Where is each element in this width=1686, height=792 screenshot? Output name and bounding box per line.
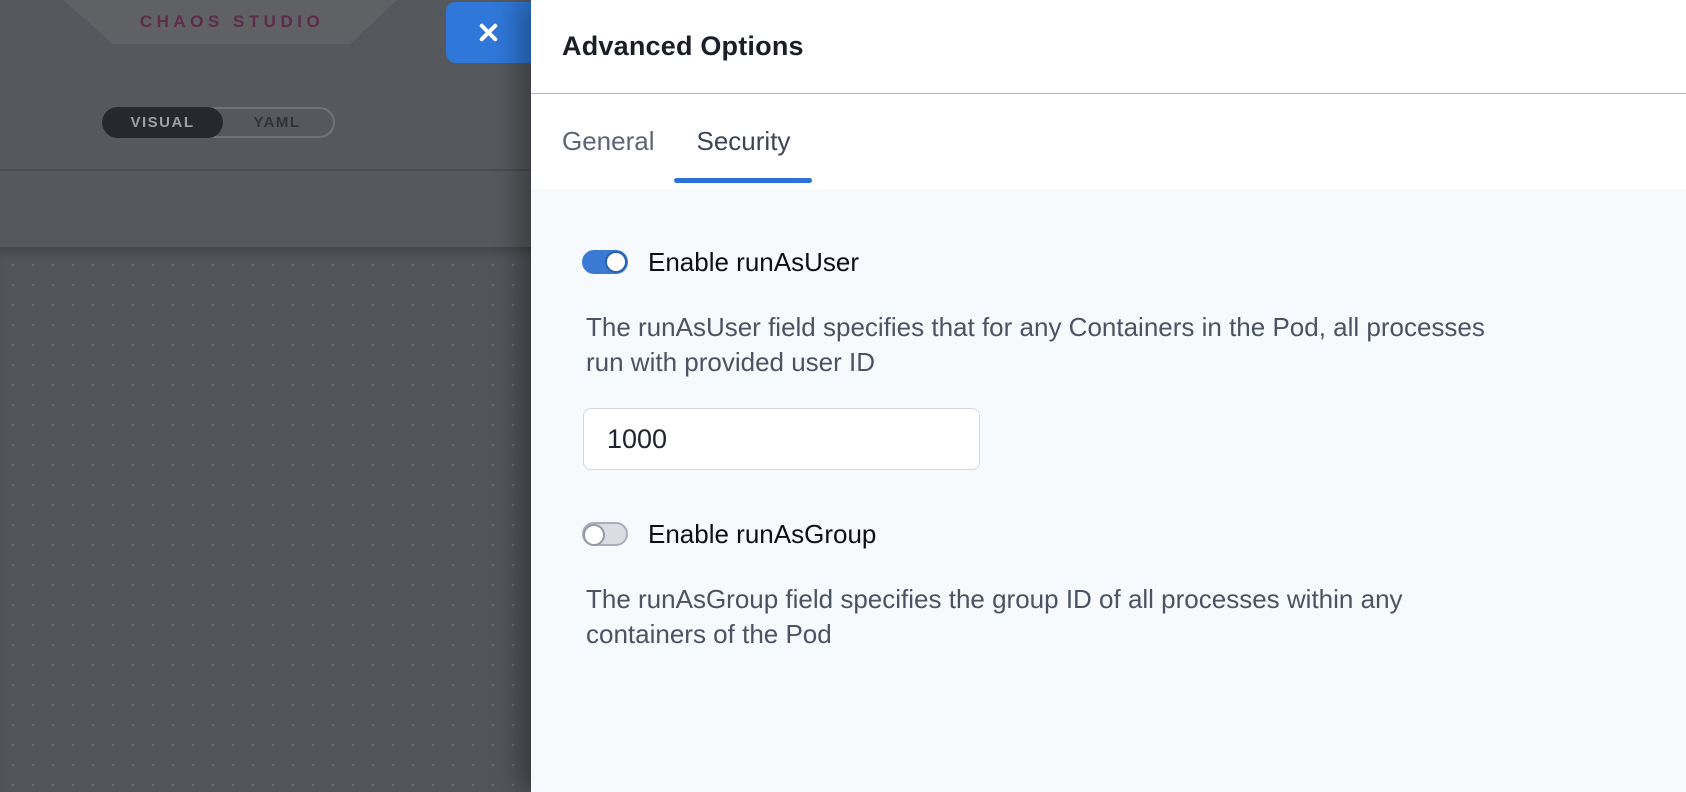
run-as-group-toggle[interactable] [582,522,628,546]
experiment-dot-grid-canvas [0,249,531,792]
run-as-group-description-line1: The runAsGroup field specifies the group… [586,582,1646,617]
run-as-group-toggle-label: Enable runAsGroup [648,516,876,552]
visual-mode-tab[interactable]: VISUAL [102,107,223,138]
run-as-user-id-input[interactable] [583,408,980,470]
chaos-studio-screen: CHAOS STUDIO VISUAL YAML Advanced Option… [0,0,1686,792]
close-icon [475,19,502,46]
toggle-knob [583,524,605,546]
run-as-group-description: The runAsGroup field specifies the group… [586,582,1646,652]
drawer-title: Advanced Options [562,31,804,62]
run-as-user-toggle-label: Enable runAsUser [648,244,859,280]
tab-security[interactable]: Security [695,94,793,189]
run-as-user-description-line2: run with provided user ID [586,345,1646,380]
dimmed-canvas-backdrop: CHAOS STUDIO VISUAL YAML [0,0,531,792]
security-tab-content: Enable runAsUser The runAsUser field spe… [531,189,1686,792]
yaml-mode-tab[interactable]: YAML [221,109,333,136]
chaos-studio-banner-label: CHAOS STUDIO [136,12,324,32]
close-drawer-button[interactable] [446,2,531,63]
toolbar-divider [0,169,531,171]
tab-general[interactable]: General [562,94,655,189]
visual-yaml-segmented-control: VISUAL YAML [102,107,335,138]
drawer-tabs: General Security [531,94,1686,189]
run-as-user-description: The runAsUser field specifies that for a… [586,310,1646,380]
advanced-options-drawer: Advanced Options General Security Enable… [531,0,1686,792]
toggle-knob [605,251,627,273]
run-as-user-toggle[interactable] [582,250,628,274]
run-as-group-description-line2: containers of the Pod [586,617,1646,652]
run-as-user-description-line1: The runAsUser field specifies that for a… [586,310,1646,345]
run-as-group-toggle-row: Enable runAsGroup [582,516,1646,552]
drawer-header: Advanced Options [531,0,1686,94]
run-as-user-toggle-row: Enable runAsUser [582,244,1646,280]
chaos-studio-banner: CHAOS STUDIO [63,0,397,44]
